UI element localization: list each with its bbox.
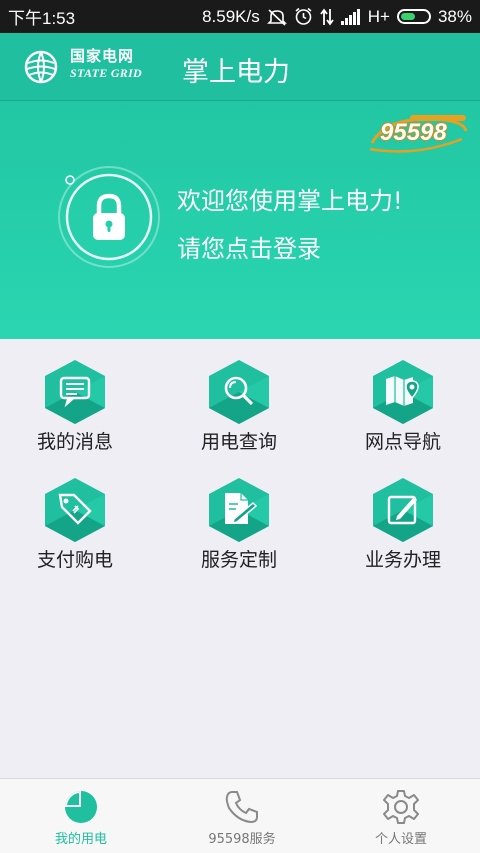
nav-label: 95598服务 <box>208 832 276 847</box>
login-link[interactable]: 请您点击登录 <box>177 229 321 264</box>
menu-label: 业务办理 <box>364 549 441 571</box>
data-arrows-icon <box>320 8 334 26</box>
bottom-nav: 我的用电 95598服务 个人设置 <box>0 778 480 853</box>
status-bar: 下午1:53 8.59K/s H+ 38% <box>0 0 480 33</box>
menu-label: 我的消息 <box>36 431 113 453</box>
status-right: 8.59K/s H+ 38% <box>202 7 472 27</box>
nav-95598-service[interactable]: 95598服务 <box>162 779 322 853</box>
menu-item-payment[interactable]: 支付购电 <box>0 457 150 571</box>
menu-item-outlet-navigation[interactable]: 网点导航 <box>328 339 478 453</box>
menu-label: 服务定制 <box>200 549 277 571</box>
mute-icon <box>266 8 287 26</box>
logo-cn: 国家电网 <box>70 47 135 65</box>
menu-label: 支付购电 <box>36 549 113 571</box>
logo-text: 国家电网 STATE GRID <box>70 47 143 80</box>
signal-icon <box>340 8 361 25</box>
price-tag-icon <box>45 478 105 542</box>
menu-item-usage-query[interactable]: 用电查询 <box>164 339 314 453</box>
edit-icon <box>373 478 433 542</box>
pie-chart-icon <box>65 791 97 823</box>
login-banner[interactable]: 95598 欢迎您使用掌上电力! 请您点击登录 <box>0 101 480 339</box>
message-icon <box>45 360 105 424</box>
state-grid-logo-icon <box>24 50 58 84</box>
nav-my-usage[interactable]: 我的用电 <box>1 779 161 853</box>
welcome-text: 欢迎您使用掌上电力! <box>177 187 403 215</box>
battery-percent: 38% <box>437 6 472 26</box>
menu-item-messages[interactable]: 我的消息 <box>0 339 150 453</box>
menu-item-service-customization[interactable]: 服务定制 <box>164 457 314 571</box>
page-title: 掌上电力 <box>182 57 290 88</box>
menu-item-business-handling[interactable]: 业务办理 <box>328 457 478 571</box>
network-type: H+ <box>367 6 390 26</box>
status-time: 下午1:53 <box>8 9 76 28</box>
network-speed: 8.59K/s <box>202 6 260 26</box>
nav-personal-settings[interactable]: 个人设置 <box>321 779 480 853</box>
nav-label: 个人设置 <box>374 832 427 847</box>
menu-label: 用电查询 <box>200 431 277 453</box>
phone-icon <box>225 791 258 824</box>
document-edit-icon <box>209 478 269 542</box>
alarm-icon <box>294 7 313 26</box>
battery-icon <box>396 9 431 24</box>
menu-label: 网点导航 <box>364 431 441 453</box>
lock-icon[interactable] <box>56 164 162 270</box>
nav-label: 我的用电 <box>54 832 107 847</box>
gear-icon <box>383 790 419 824</box>
map-icon <box>373 360 433 424</box>
hotline-number: 95598 <box>380 119 447 146</box>
logo-en: STATE GRID <box>70 66 143 80</box>
app-header: 国家电网 STATE GRID 掌上电力 <box>0 33 480 101</box>
search-icon <box>209 360 269 424</box>
